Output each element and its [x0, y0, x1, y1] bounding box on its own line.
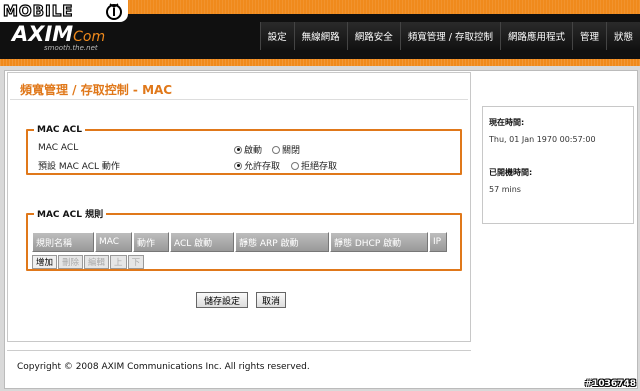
badge-text: MOBILE	[2, 1, 74, 20]
cancel-button[interactable]: 取消	[256, 292, 286, 308]
nav-setup[interactable]: 設定	[259, 22, 294, 50]
radio-disable-label: 關閉	[282, 146, 301, 156]
uptime-label: 已開機時間:	[489, 168, 533, 177]
mobile01-badge: MOBILE	[0, 0, 128, 22]
mac-acl-section: MAC ACL MAC ACL 啟動 關閉 預設 MAC ACL 動作 允許存取…	[26, 125, 462, 175]
current-time-value: Thu, 01 Jan 1970 00:57:00	[489, 135, 596, 144]
rules-table-header: 規則名稱 MAC 動作 ACL 啟動 靜態 ARP 啟動 靜態 DHCP 啟動 …	[32, 232, 448, 252]
header-bottom-stripe	[0, 59, 640, 66]
header: MOBILE AXIMCom smooth.the.net 設定 無線網路 網路…	[0, 0, 640, 66]
logo-com: Com	[73, 29, 106, 45]
nav-security[interactable]: 網路安全	[346, 22, 400, 50]
radio-disable[interactable]	[272, 145, 280, 154]
logo-tagline: smooth.the.net	[44, 44, 98, 52]
nav-bandwidth-access[interactable]: 頻寬管理 / 存取控制	[399, 22, 500, 50]
mobile01-logo-icon	[106, 3, 122, 20]
col-acl-enable: ACL 啟動	[170, 232, 234, 252]
delete-button[interactable]: 刪除	[58, 255, 84, 269]
copyright-text: Copyright © 2008 AXIM Communications Inc…	[17, 362, 310, 372]
watermark: #1036748	[584, 379, 636, 389]
col-ip: IP	[429, 232, 447, 252]
default-action-label: 預設 MAC ACL 動作	[38, 162, 120, 172]
radio-enable[interactable]	[234, 145, 242, 154]
col-action: 動作	[133, 232, 169, 252]
uptime-value: 57 mins	[489, 185, 521, 194]
radio-deny[interactable]	[291, 161, 299, 170]
title-divider	[10, 99, 468, 100]
radio-allow-label: 允許存取	[244, 162, 281, 172]
current-time-label: 現在時間:	[489, 118, 525, 127]
status-panel: 現在時間: Thu, 01 Jan 1970 00:57:00 已開機時間: 5…	[482, 106, 634, 224]
col-rule-name: 規則名稱	[32, 232, 94, 252]
mac-acl-legend: MAC ACL	[37, 125, 82, 135]
rules-legend: MAC ACL 規則	[37, 210, 104, 220]
footer: Copyright © 2008 AXIM Communications Inc…	[7, 350, 471, 380]
col-static-arp: 靜態 ARP 啟動	[235, 232, 329, 252]
rules-button-row: 增加 刪除 編輯 上 下	[32, 255, 145, 269]
axim-logo: AXIMCom smooth.the.net	[12, 22, 106, 52]
page-title: 頻寬管理 / 存取控制 - MAC	[20, 83, 173, 97]
radio-allow[interactable]	[234, 161, 242, 170]
nav-status[interactable]: 狀態	[605, 22, 640, 50]
move-down-button[interactable]: 下	[127, 255, 145, 269]
radio-deny-label: 拒絕存取	[301, 162, 338, 172]
col-static-dhcp: 靜態 DHCP 啟動	[330, 232, 428, 252]
edit-button[interactable]: 編輯	[84, 255, 110, 269]
mac-acl-disable-option[interactable]: 關閉	[272, 143, 300, 156]
nav-wireless[interactable]: 無線網路	[293, 22, 347, 50]
radio-enable-label: 啟動	[244, 146, 263, 156]
mac-acl-enable-option[interactable]: 啟動	[234, 143, 262, 156]
logo-main: AXIM	[12, 22, 74, 46]
deny-access-option[interactable]: 拒絕存取	[291, 159, 337, 172]
move-up-button[interactable]: 上	[110, 255, 127, 269]
save-settings-button[interactable]: 儲存設定	[196, 292, 248, 308]
mac-acl-label: MAC ACL	[38, 143, 79, 153]
mac-acl-rules-section: MAC ACL 規則 規則名稱 MAC 動作 ACL 啟動 靜態 ARP 啟動 …	[26, 207, 462, 271]
nav-applications[interactable]: 網路應用程式	[499, 22, 572, 50]
main-nav: 設定 無線網路 網路安全 頻寬管理 / 存取控制 網路應用程式 管理 狀態	[259, 22, 640, 50]
allow-access-option[interactable]: 允許存取	[234, 159, 280, 172]
add-button[interactable]: 增加	[32, 255, 58, 269]
nav-management[interactable]: 管理	[571, 22, 606, 50]
col-mac: MAC	[95, 232, 132, 252]
